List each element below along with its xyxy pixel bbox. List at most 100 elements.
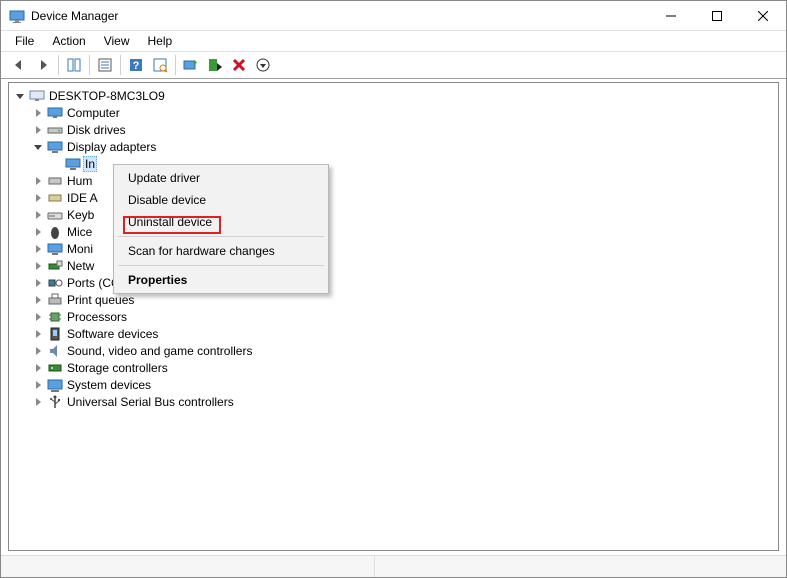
tree-node-system-devices[interactable]: System devices xyxy=(9,376,778,393)
computer-icon xyxy=(29,88,45,104)
status-cell xyxy=(1,556,375,577)
context-menu: Update driver Disable device Uninstall d… xyxy=(113,164,329,294)
tree-node-sound[interactable]: Sound, video and game controllers xyxy=(9,342,778,359)
storage-icon xyxy=(47,360,63,376)
node-label: DESKTOP-8MC3LO9 xyxy=(47,89,167,103)
expander-icon[interactable] xyxy=(31,361,45,375)
node-label: Display adapters xyxy=(65,140,158,154)
toolbar-separator xyxy=(89,55,90,75)
cm-scan-hardware[interactable]: Scan for hardware changes xyxy=(116,240,326,262)
expander-icon[interactable] xyxy=(31,123,45,137)
statusbar xyxy=(1,555,786,577)
cm-update-driver[interactable]: Update driver xyxy=(116,167,326,189)
node-label: System devices xyxy=(65,378,153,392)
device-tree[interactable]: DESKTOP-8MC3LO9 Computer Disk drives Dis… xyxy=(8,82,779,551)
back-button[interactable] xyxy=(7,53,31,77)
usb-icon xyxy=(47,394,63,410)
expander-icon[interactable] xyxy=(13,89,27,103)
window-controls xyxy=(648,1,786,30)
toolbar-separator xyxy=(175,55,176,75)
show-hide-console-button[interactable] xyxy=(62,53,86,77)
window-title: Device Manager xyxy=(31,9,648,23)
node-label: Keyb xyxy=(65,208,96,222)
expander-spacer xyxy=(49,157,63,171)
expander-icon[interactable] xyxy=(31,276,45,290)
scan-hardware-button[interactable] xyxy=(148,53,172,77)
tree-node-disk-drives[interactable]: Disk drives xyxy=(9,121,778,138)
node-label: Netw xyxy=(65,259,96,273)
tree-node-storage-controllers[interactable]: Storage controllers xyxy=(9,359,778,376)
expander-icon[interactable] xyxy=(31,106,45,120)
expander-icon[interactable] xyxy=(31,242,45,256)
toolbar-separator xyxy=(58,55,59,75)
hid-icon xyxy=(47,173,63,189)
action-dropdown-button[interactable] xyxy=(251,53,275,77)
forward-button[interactable] xyxy=(31,53,55,77)
toolbar: ? xyxy=(1,51,786,79)
monitor-icon xyxy=(47,241,63,257)
expander-icon[interactable] xyxy=(31,344,45,358)
node-label: IDE A xyxy=(65,191,100,205)
uninstall-device-button[interactable] xyxy=(227,53,251,77)
sound-icon xyxy=(47,343,63,359)
app-icon xyxy=(9,8,25,24)
expander-icon[interactable] xyxy=(31,327,45,341)
expander-icon[interactable] xyxy=(31,293,45,307)
node-label: Print queues xyxy=(65,293,136,307)
expander-icon[interactable] xyxy=(31,174,45,188)
node-label: Processors xyxy=(65,310,129,324)
cm-separator xyxy=(118,236,324,237)
tree-node-computer[interactable]: Computer xyxy=(9,104,778,121)
system-icon xyxy=(47,377,63,393)
maximize-button[interactable] xyxy=(694,1,740,30)
tree-node-software-devices[interactable]: Software devices xyxy=(9,325,778,342)
properties-button[interactable] xyxy=(93,53,117,77)
expander-icon[interactable] xyxy=(31,378,45,392)
cpu-icon xyxy=(47,309,63,325)
cm-uninstall-device[interactable]: Uninstall device xyxy=(116,211,326,233)
titlebar: Device Manager xyxy=(1,1,786,31)
tree-root[interactable]: DESKTOP-8MC3LO9 xyxy=(9,87,778,104)
expander-icon[interactable] xyxy=(31,225,45,239)
cm-separator xyxy=(118,265,324,266)
help-button[interactable]: ? xyxy=(124,53,148,77)
disable-device-button[interactable] xyxy=(203,53,227,77)
display-icon xyxy=(65,156,81,172)
menubar: File Action View Help xyxy=(1,31,786,51)
expander-icon[interactable] xyxy=(31,208,45,222)
expander-icon[interactable] xyxy=(31,140,45,154)
node-label: Hum xyxy=(65,174,94,188)
computer-icon xyxy=(47,105,63,121)
tree-node-usb[interactable]: Universal Serial Bus controllers xyxy=(9,393,778,410)
expander-icon[interactable] xyxy=(31,259,45,273)
minimize-button[interactable] xyxy=(648,1,694,30)
node-label: Mice xyxy=(65,225,94,239)
disk-icon xyxy=(47,122,63,138)
cm-properties[interactable]: Properties xyxy=(116,269,326,291)
node-label: Software devices xyxy=(65,327,160,341)
expander-icon[interactable] xyxy=(31,191,45,205)
node-label: In xyxy=(83,156,97,172)
node-label: Storage controllers xyxy=(65,361,170,375)
node-label: Moni xyxy=(65,242,95,256)
update-driver-button[interactable] xyxy=(179,53,203,77)
printer-icon xyxy=(47,292,63,308)
close-button[interactable] xyxy=(740,1,786,30)
expander-icon[interactable] xyxy=(31,310,45,324)
ide-icon xyxy=(47,190,63,206)
expander-icon[interactable] xyxy=(31,395,45,409)
mouse-icon xyxy=(47,224,63,240)
display-icon xyxy=(47,139,63,155)
menu-action[interactable]: Action xyxy=(44,32,93,50)
menu-view[interactable]: View xyxy=(96,32,138,50)
toolbar-separator xyxy=(120,55,121,75)
status-cell xyxy=(375,556,786,577)
tree-node-display-adapters[interactable]: Display adapters xyxy=(9,138,778,155)
node-label: Disk drives xyxy=(65,123,128,137)
tree-node-processors[interactable]: Processors xyxy=(9,308,778,325)
menu-file[interactable]: File xyxy=(7,32,42,50)
node-label: Universal Serial Bus controllers xyxy=(65,395,236,409)
menu-help[interactable]: Help xyxy=(140,32,181,50)
svg-text:?: ? xyxy=(133,60,140,72)
cm-disable-device[interactable]: Disable device xyxy=(116,189,326,211)
